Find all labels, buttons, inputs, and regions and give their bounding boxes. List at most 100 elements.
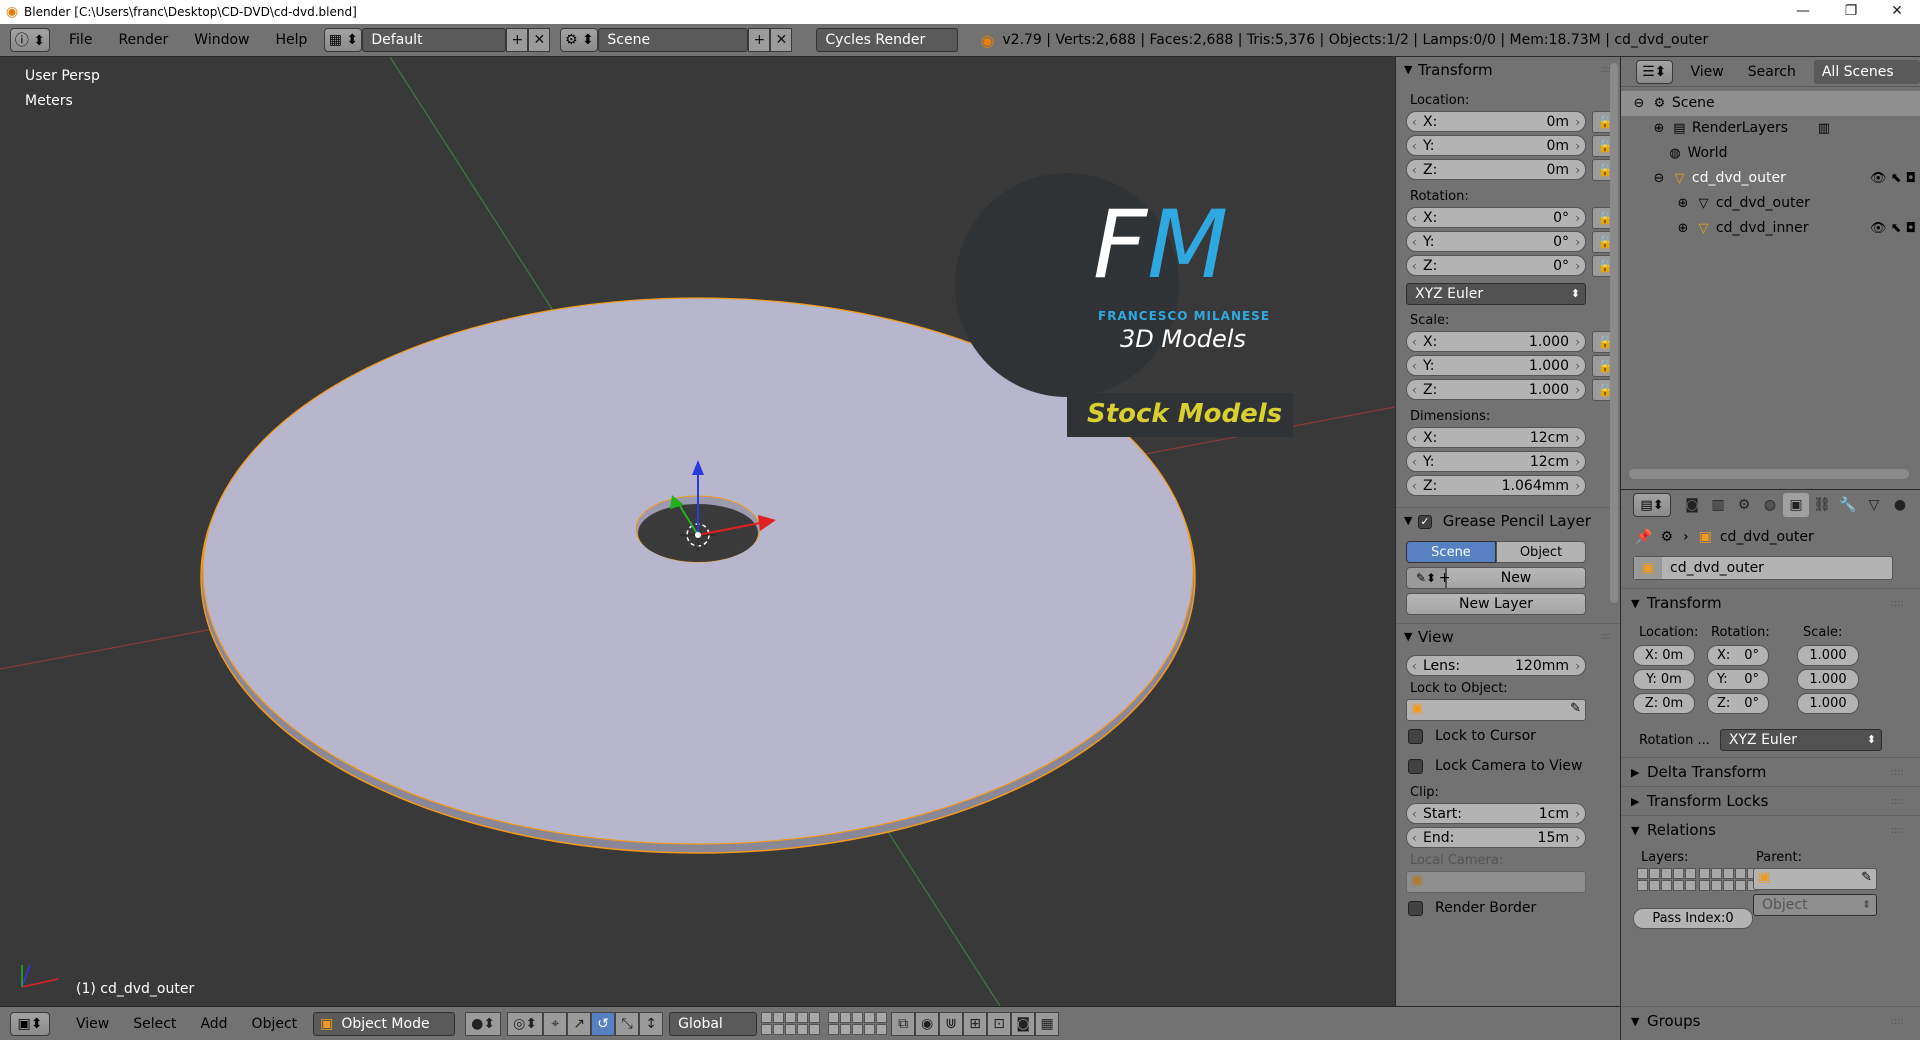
modifiers-tab-icon[interactable]: 🔧 xyxy=(1835,493,1861,517)
object-transform-header[interactable]: ▼ Transform :::: xyxy=(1621,588,1920,617)
eyedropper-icon[interactable]: ✎ xyxy=(1570,701,1581,716)
editor-type-info-button[interactable]: ⓘ ⬍ xyxy=(10,28,50,52)
menu-window[interactable]: Window xyxy=(181,24,262,57)
viewport-shading-icon[interactable]: ●⬍ xyxy=(465,1011,502,1036)
pivot-point-icon[interactable]: ◎⬍ xyxy=(507,1011,544,1036)
eye-icon[interactable]: 👁 xyxy=(1870,171,1887,186)
scale-manipulator-icon[interactable]: ⤡ xyxy=(615,1011,640,1036)
transform-panel-header[interactable]: ▼ Transform :::: xyxy=(1396,57,1620,83)
mode-select[interactable]: ▣ Object Mode xyxy=(313,1011,456,1036)
render-border-checkbox[interactable]: Render Border xyxy=(1396,893,1620,923)
relations-header[interactable]: ▼ Relations :::: xyxy=(1621,815,1920,844)
add-screen-button[interactable]: + xyxy=(506,28,529,52)
minimize-button[interactable]: — xyxy=(1780,0,1826,24)
dimension-field[interactable]: X: 12cm xyxy=(1406,427,1586,448)
new-layer-button[interactable]: New Layer xyxy=(1406,593,1586,615)
object-rotation-y[interactable]: Y: 0° xyxy=(1707,669,1769,690)
object-scale-x[interactable]: 1.000 xyxy=(1797,645,1859,666)
outliner-item-renderlayers[interactable]: ⊕ ▤ RenderLayers ▥ xyxy=(1621,116,1920,141)
drag-grip-icon[interactable]: :::: xyxy=(1601,624,1612,650)
delete-screen-button[interactable]: ✕ xyxy=(528,28,551,52)
opengl-animation-icon[interactable]: ▦ xyxy=(1035,1011,1060,1036)
screen-layout-icon[interactable]: ▦ ⬍ xyxy=(324,28,363,52)
outliner-view-menu[interactable]: View xyxy=(1691,64,1724,80)
grease-pencil-panel-header[interactable]: ▼ ✓ Grease Pencil Layer xyxy=(1396,507,1620,533)
expand-icon[interactable]: ⊕ xyxy=(1675,191,1691,216)
location-field[interactable]: X: 0m xyxy=(1406,111,1586,132)
rotation-field[interactable]: Z: 0° xyxy=(1406,255,1586,276)
add-scene-button[interactable]: + xyxy=(748,28,771,52)
material-tab-icon[interactable]: ● xyxy=(1887,493,1913,517)
outliner-search-menu[interactable]: Search xyxy=(1748,64,1796,80)
menu-help[interactable]: Help xyxy=(262,24,320,57)
lens-field[interactable]: Lens: 120mm xyxy=(1406,655,1586,676)
outliner-item-cd-dvd-outer[interactable]: ⊖ ▽ cd_dvd_outer 👁 ⬉ ◘ xyxy=(1621,166,1920,191)
menu-add[interactable]: Add xyxy=(200,1016,227,1032)
delete-scene-button[interactable]: ✕ xyxy=(770,28,793,52)
expand-icon[interactable]: ⊕ xyxy=(1675,216,1691,241)
lock-camera-checkbox[interactable]: Lock Camera to View xyxy=(1396,751,1620,781)
menu-object[interactable]: Object xyxy=(252,1016,298,1032)
snap-element-icon[interactable]: ⊞ xyxy=(963,1011,988,1036)
rotation-field[interactable]: Y: 0° xyxy=(1406,231,1586,252)
new-grease-pencil-button[interactable]: + New xyxy=(1439,567,1586,589)
pin-icon[interactable]: 📌 xyxy=(1635,529,1652,545)
drag-grip-icon[interactable]: :::: xyxy=(1891,1007,1904,1036)
location-field[interactable]: Z: 0m xyxy=(1406,159,1586,180)
snap-magnet-icon[interactable]: ⋓ xyxy=(939,1011,964,1036)
scene-icon[interactable]: ⚙ ⬍ xyxy=(560,28,599,52)
collapse-icon[interactable]: ⊖ xyxy=(1651,166,1667,191)
tab-scene[interactable]: Scene xyxy=(1406,541,1496,563)
render-tab-icon[interactable]: ◙ xyxy=(1679,493,1705,517)
layer-grid-left[interactable] xyxy=(1637,868,1696,891)
outliner-item-cd-dvd-outer-mesh[interactable]: ⊕ ▽ cd_dvd_outer xyxy=(1621,191,1920,216)
cursor-select-icon[interactable]: ⬉ xyxy=(1891,221,1902,236)
object-rotation-x[interactable]: X: 0° xyxy=(1707,645,1769,666)
manipulator-space-icon[interactable]: ↕ xyxy=(639,1011,664,1036)
rotation-field[interactable]: X: 0° xyxy=(1406,207,1586,228)
view-panel-header[interactable]: ▼ View :::: xyxy=(1396,623,1620,649)
scene-tab-icon[interactable]: ⚙ xyxy=(1731,493,1757,517)
3d-viewport[interactable]: User Persp Meters (1) cd_dvd_outer FM FR… xyxy=(0,57,1395,1006)
eye-icon[interactable]: 👁 xyxy=(1870,221,1887,236)
outliner-hscrollbar[interactable] xyxy=(1629,469,1909,479)
menu-render[interactable]: Render xyxy=(105,24,181,57)
scene-layers-right[interactable] xyxy=(828,1012,888,1035)
editor-type-3dview-button[interactable]: ▣⬍ xyxy=(10,1011,50,1036)
eyedropper-icon[interactable]: ✎ xyxy=(1861,870,1872,885)
collapse-icon[interactable]: ⊖ xyxy=(1631,91,1647,116)
proportional-edit-icon[interactable]: ◉ xyxy=(915,1011,940,1036)
translate-manipulator-icon[interactable]: ↗ xyxy=(567,1011,592,1036)
screen-layout-field[interactable]: Default xyxy=(362,28,507,52)
dimension-field[interactable]: Y: 12cm xyxy=(1406,451,1586,472)
outliner-item-world[interactable]: ◍ World xyxy=(1621,141,1920,166)
transform-orientation-select[interactable]: Global xyxy=(669,1011,758,1036)
world-tab-icon[interactable]: ◍ xyxy=(1757,493,1783,517)
object-scale-y[interactable]: 1.000 xyxy=(1797,669,1859,690)
object-rotation-z[interactable]: Z: 0° xyxy=(1707,693,1769,714)
drag-grip-icon[interactable]: :::: xyxy=(1601,57,1612,83)
object-tab-icon[interactable]: ▣ xyxy=(1783,493,1809,517)
scale-field[interactable]: X: 1.000 xyxy=(1406,331,1586,352)
drag-grip-icon[interactable]: :::: xyxy=(1891,589,1904,618)
object-location-z[interactable]: Z: 0m xyxy=(1633,693,1695,714)
constraints-tab-icon[interactable]: ⛓ xyxy=(1809,493,1835,517)
rotation-mode-select[interactable]: XYZ Euler xyxy=(1406,283,1586,305)
delta-transform-header[interactable]: ▶ Delta Transform :::: xyxy=(1621,757,1920,786)
menu-file[interactable]: File xyxy=(56,24,105,57)
pass-index-field[interactable]: Pass Index:0 xyxy=(1633,908,1753,929)
outliner-display-mode-select[interactable]: All Scenes xyxy=(1813,59,1920,84)
object-name-field[interactable]: ▣ cd_dvd_outer xyxy=(1633,556,1893,580)
drag-grip-icon[interactable]: :::: xyxy=(1891,787,1904,816)
object-scale-z[interactable]: 1.000 xyxy=(1797,693,1859,714)
clip-start-field[interactable]: Start: 1cm xyxy=(1406,803,1586,824)
grease-pencil-checkbox[interactable]: ✓ xyxy=(1418,514,1432,529)
expand-icon[interactable]: ⊕ xyxy=(1651,116,1667,141)
data-tab-icon[interactable]: ▽ xyxy=(1861,493,1887,517)
location-field[interactable]: Y: 0m xyxy=(1406,135,1586,156)
lock-to-cursor-checkbox[interactable]: Lock to Cursor xyxy=(1396,721,1620,751)
renderlayers-tab-icon[interactable]: ▥ xyxy=(1705,493,1731,517)
editor-type-outliner-button[interactable]: ☰⬍ xyxy=(1636,59,1673,84)
drag-grip-icon[interactable]: :::: xyxy=(1891,816,1904,845)
editor-type-properties-button[interactable]: ▤⬍ xyxy=(1633,493,1671,517)
